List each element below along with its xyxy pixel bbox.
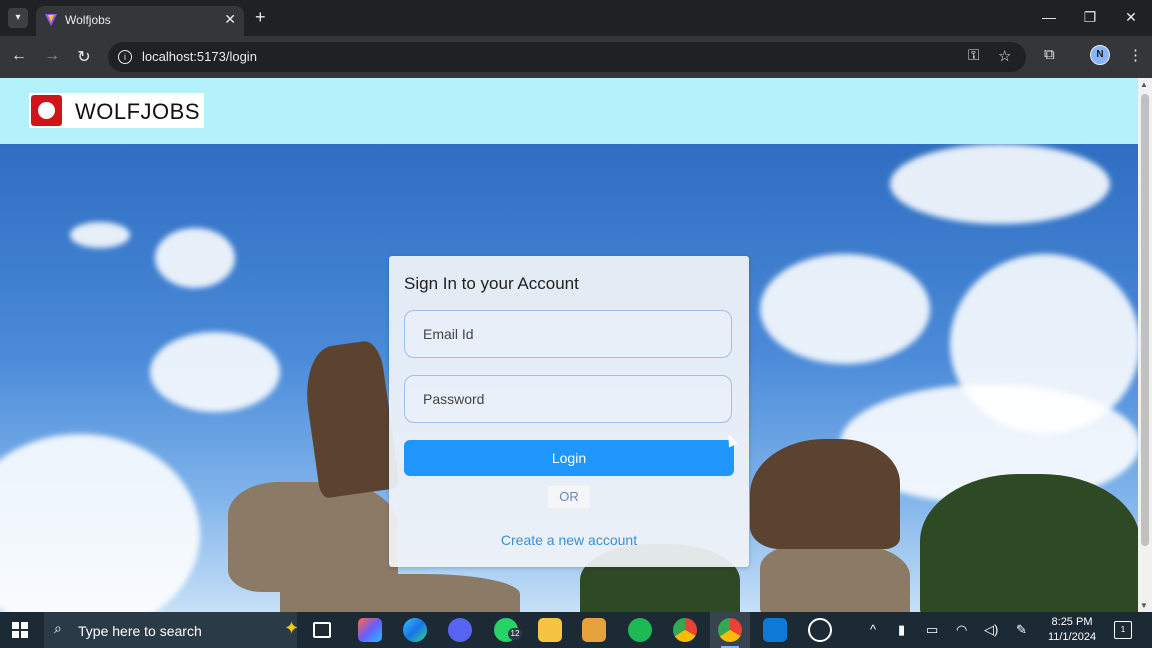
media-player-icon[interactable]	[582, 618, 606, 642]
wolf-statue-right	[750, 439, 900, 549]
maximize-icon[interactable]: ❐	[1080, 9, 1100, 26]
volume-icon[interactable]: ◁)	[984, 622, 998, 638]
page-viewport: WOLFJOBS Sign In to your Account Login O…	[0, 78, 1152, 612]
rock	[760, 544, 910, 612]
trees	[920, 474, 1138, 612]
battery-icon[interactable]: ▭	[926, 622, 938, 638]
cloud	[150, 332, 280, 412]
cloud	[0, 434, 200, 612]
password-input[interactable]	[405, 376, 731, 422]
brand-name: WOLFJOBS	[75, 99, 201, 124]
tab-search-icon[interactable]: ▾	[8, 8, 28, 28]
date: 11/1/2024	[1047, 631, 1097, 643]
menu-icon[interactable]: ⋮	[1128, 46, 1143, 64]
search-icon: ⌕	[54, 620, 62, 636]
login-title: Sign In to your Account	[404, 274, 579, 293]
rock	[280, 574, 520, 612]
discord-icon[interactable]	[448, 618, 472, 642]
taskbar-search[interactable]: ⌕ Type here to search ✦	[44, 612, 299, 648]
plus-icon[interactable]: +	[255, 8, 266, 26]
copilot-icon[interactable]: ✦	[284, 618, 299, 639]
hero-background: Sign In to your Account Login OR Create …	[0, 144, 1138, 612]
usb-icon[interactable]: ▮	[898, 622, 905, 638]
edge-icon[interactable]	[403, 618, 427, 642]
reload-icon[interactable]: ↻	[74, 47, 94, 67]
chrome-icon[interactable]	[673, 618, 697, 642]
site-navbar: WOLFJOBS	[0, 78, 1138, 144]
login-button[interactable]: Login	[404, 440, 734, 476]
obs-icon[interactable]	[808, 618, 832, 642]
scroll-thumb[interactable]	[1141, 94, 1149, 546]
minimize-icon[interactable]: —	[1039, 9, 1059, 25]
clock[interactable]: 8:25 PM 11/1/2024	[1040, 615, 1104, 645]
browser-tab-bar: ▾ Wolfjobs ✕ + — ❐ ✕	[0, 0, 1152, 36]
browser-toolbar: ← → ↻ i localhost:5173/login ⚿ ☆ ⧉ N ⋮	[0, 36, 1152, 78]
pen-icon[interactable]: ✎	[1016, 622, 1027, 638]
forward-icon[interactable]: →	[42, 47, 62, 65]
wolf-statue-left	[299, 339, 401, 499]
email-input[interactable]	[405, 311, 731, 357]
scroll-down-icon[interactable]: ▼	[1140, 601, 1148, 610]
login-card: Sign In to your Account Login OR Create …	[389, 256, 749, 567]
extensions-icon[interactable]: ⧉	[1044, 46, 1055, 63]
brand[interactable]: WOLFJOBS	[29, 93, 204, 128]
or-divider: OR	[548, 486, 590, 508]
windows-taskbar: ⌕ Type here to search ✦ 12 ^ ▮ ▭ ◠ ◁) ✎ …	[0, 612, 1152, 648]
email-field	[404, 310, 732, 358]
browser-tab[interactable]: Wolfjobs ✕	[36, 6, 244, 36]
star-icon[interactable]: ☆	[998, 47, 1011, 65]
key-icon[interactable]: ⚿	[968, 47, 979, 64]
vscode-icon[interactable]	[763, 618, 787, 642]
vite-favicon-icon	[45, 14, 57, 26]
create-account-link[interactable]: Create a new account	[389, 532, 749, 548]
password-field	[404, 375, 732, 423]
page-scrollbar[interactable]: ▲ ▼	[1138, 78, 1152, 612]
spotify-icon[interactable]	[628, 618, 652, 642]
back-icon[interactable]: ←	[9, 47, 29, 65]
windows-start-icon[interactable]	[12, 622, 28, 638]
search-placeholder: Type here to search	[78, 623, 202, 639]
cloud	[760, 254, 930, 364]
whatsapp-badge: 12	[508, 628, 522, 640]
file-explorer-icon[interactable]	[538, 618, 562, 642]
chevron-up-icon[interactable]: ^	[870, 622, 876, 637]
cloud	[155, 228, 235, 288]
close-icon[interactable]: ✕	[224, 11, 236, 28]
url-text[interactable]: localhost:5173/login	[142, 49, 257, 64]
scroll-up-icon[interactable]: ▲	[1140, 80, 1148, 89]
copilot-app-icon[interactable]	[358, 618, 382, 642]
wolfjobs-logo-icon	[31, 95, 62, 126]
profile-icon[interactable]: N	[1090, 45, 1110, 65]
address-bar[interactable]: i localhost:5173/login ⚿ ☆	[108, 42, 1026, 72]
notification-icon[interactable]: 1	[1114, 621, 1132, 639]
chrome-profile-icon[interactable]	[718, 618, 742, 642]
task-view-icon[interactable]	[313, 622, 331, 638]
time: 8:25 PM	[1051, 616, 1093, 628]
wifi-icon[interactable]: ◠	[956, 622, 967, 638]
cloud	[890, 144, 1110, 224]
cloud	[70, 222, 130, 248]
window-close-icon[interactable]: ✕	[1121, 9, 1141, 26]
info-icon[interactable]: i	[118, 50, 132, 64]
tab-title: Wolfjobs	[65, 13, 111, 27]
